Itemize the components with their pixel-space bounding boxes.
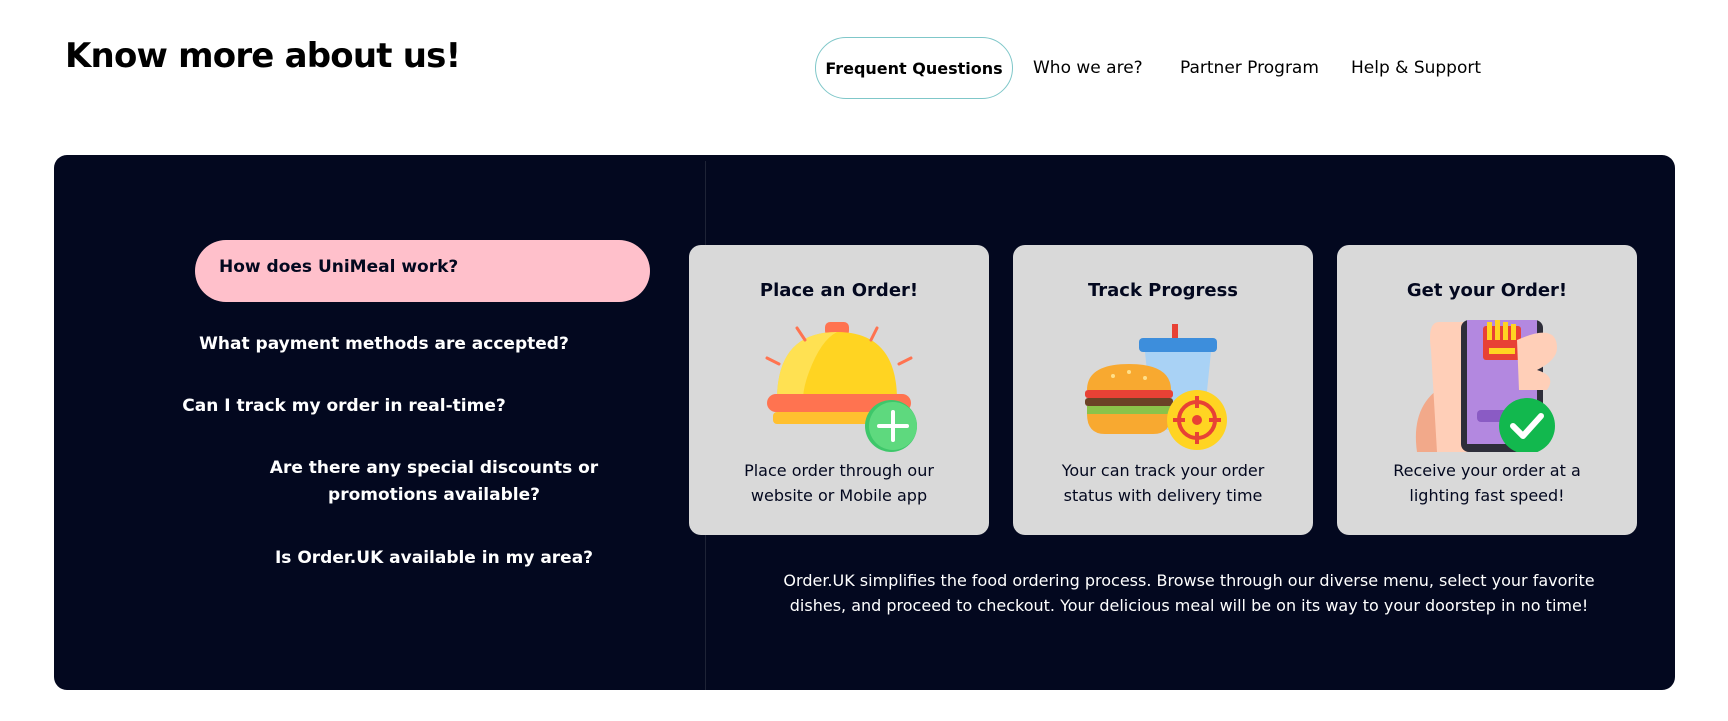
step-card-description: Your can track your order status with de… [1061,461,1265,505]
step-card-place-order: Place an Order! Place order through our … [689,245,989,535]
food-cloche-add-icon [765,322,917,452]
page-title: Know more about us! [65,36,461,76]
step-card-description: Place order through our website or Mobil… [744,461,934,505]
step-card-title: Get your Order! [1406,280,1568,301]
step-card-track-progress: Track Progress Your can track your order… [1013,245,1313,535]
phone-order-check-icon [1415,320,1557,452]
burger-drink-target-icon [1085,324,1227,450]
how-it-works-summary: Order.UK simplifies the food ordering pr… [783,571,1595,615]
tab-frequent-questions[interactable]: Frequent Questions [815,37,1013,99]
faq-question-discounts[interactable]: Are there any special discounts or promo… [204,455,664,509]
tab-partner-program[interactable]: Partner Program [1180,37,1319,99]
faq-question-availability[interactable]: Is Order.UK available in my area? [204,545,664,572]
step-card-get-order: Get your Order! Receive your order at a … [1337,245,1637,535]
faq-question-how-it-works[interactable]: How does UniMeal work? [195,240,650,302]
faq-question-payment-methods[interactable]: What payment methods are accepted? [134,331,634,358]
faq-panel: How does UniMeal work? What payment meth… [54,155,1675,690]
step-card-title: Place an Order! [759,280,919,301]
tab-who-we-are[interactable]: Who we are? [1033,37,1143,99]
step-card-title: Track Progress [1087,280,1239,301]
step-card-description: Receive your order at a lighting fast sp… [1393,461,1581,505]
tab-help-support[interactable]: Help & Support [1351,37,1481,99]
faq-question-track-order[interactable]: Can I track my order in real-time? [134,393,554,420]
